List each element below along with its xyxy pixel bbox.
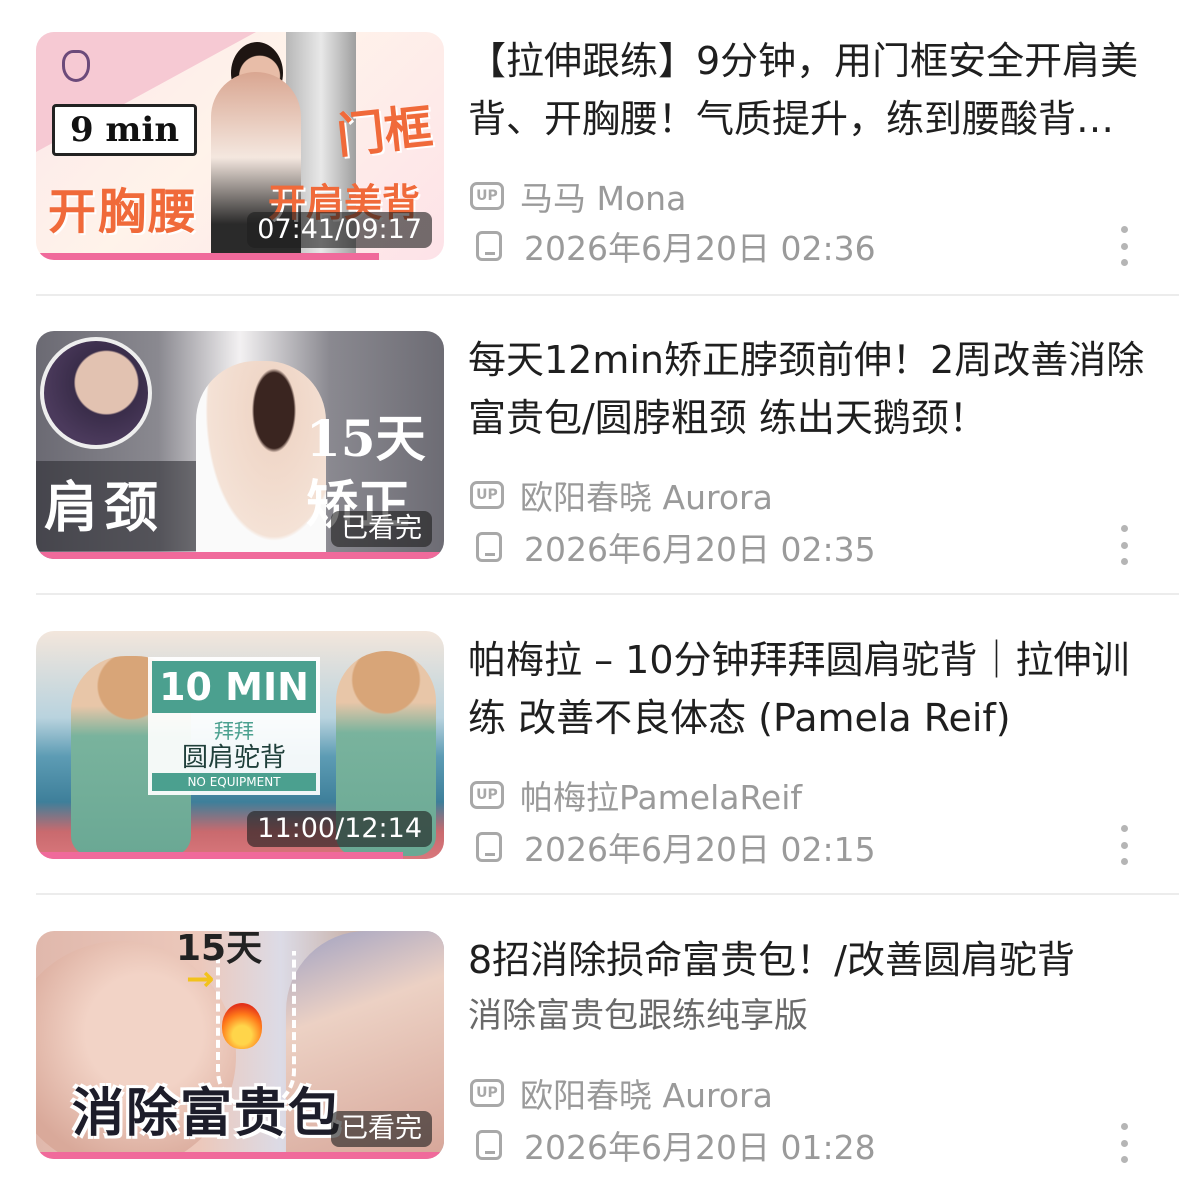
list-item[interactable]: 9 min 开胸腰 门框 开肩美背 07:41/09:17 【拉伸跟练】9分钟，… — [0, 32, 1179, 332]
thumbnail-text: 9 min — [52, 104, 197, 156]
video-thumbnail[interactable]: 9 min 开胸腰 门框 开肩美背 07:41/09:17 — [36, 32, 444, 260]
uploader-name: 马马 Mona — [520, 179, 687, 218]
more-vertical-icon[interactable] — [1119, 525, 1129, 565]
more-vertical-icon[interactable] — [1119, 825, 1129, 865]
video-thumbnail[interactable]: 15天 → 消除富贵包 已看完 — [36, 931, 444, 1159]
watch-date: 2026年6月20日 02:36 — [524, 229, 876, 268]
watched-badge: 已看完 — [331, 1111, 432, 1147]
watch-progress-bar — [36, 1152, 444, 1159]
video-thumbnail[interactable]: 肩颈 15天 矫正 已看完 — [36, 331, 444, 559]
clock-icon — [476, 231, 502, 261]
divider — [36, 893, 1179, 895]
up-icon: UP — [470, 182, 504, 210]
watch-date: 2026年6月20日 02:15 — [524, 830, 876, 869]
thumbnail-text: 开胸腰 — [48, 184, 199, 240]
video-title[interactable]: 每天12min矫正脖颈前伸！2周改善消除富贵包/圆脖粗颈 练出天鹅颈！ — [468, 331, 1148, 447]
uploader-row[interactable]: UP 马马 Mona — [470, 172, 686, 220]
thumbnail-text: 15天 — [306, 409, 426, 468]
video-title[interactable]: 8招消除损命富贵包！/改善圆肩驼背 — [468, 931, 1148, 989]
thumbnail-text: NO EQUIPMENT — [152, 773, 316, 791]
uploader-row[interactable]: UP 欧阳春晓 Aurora — [470, 1069, 773, 1117]
up-icon: UP — [470, 781, 504, 809]
uploader-row[interactable]: UP 欧阳春晓 Aurora — [470, 471, 773, 519]
list-item[interactable]: 10 MIN 拜拜 圆肩驼背 NO EQUIPMENT 11:00/12:14 … — [0, 631, 1179, 931]
watch-date: 2026年6月20日 01:28 — [524, 1128, 876, 1167]
uploader-name: 欧阳春晓 Aurora — [520, 478, 773, 517]
duration-badge: 11:00/12:14 — [247, 811, 432, 847]
uploader-row[interactable]: UP 帕梅拉PamelaReif — [470, 771, 802, 819]
divider — [36, 294, 1179, 296]
thumbnail-inset — [40, 337, 152, 449]
watch-date: 2026年6月20日 02:35 — [524, 530, 876, 569]
clock-icon — [476, 532, 502, 562]
uploader-name: 欧阳春晓 Aurora — [520, 1076, 773, 1115]
video-title[interactable]: 【拉伸跟练】9分钟，用门框安全开肩美背、开胸腰！气质提升，练到腰酸背痛的仙女们一… — [468, 32, 1148, 148]
watch-progress-bar — [36, 852, 404, 859]
arrow-right-icon: → — [186, 959, 215, 999]
video-subtitle: 消除富贵包跟练纯享版 — [468, 996, 808, 1036]
video-title[interactable]: 帕梅拉 – 10分钟拜拜圆肩驼背｜拉伸训练 改善不良体态 (Pamela Rei… — [468, 631, 1148, 747]
history-list: 9 min 开胸腰 门框 开肩美背 07:41/09:17 【拉伸跟练】9分钟，… — [0, 0, 1179, 1179]
thumbnail-text: 10 MIN — [152, 661, 316, 713]
channel-logo-icon — [62, 50, 90, 82]
list-item[interactable]: 15天 → 消除富贵包 已看完 8招消除损命富贵包！/改善圆肩驼背 消除富贵包跟… — [0, 931, 1179, 1179]
clock-icon — [476, 1130, 502, 1160]
thumbnail-text: 圆肩驼背 — [181, 743, 286, 773]
fire-icon — [222, 1003, 262, 1049]
duration-badge: 07:41/09:17 — [247, 212, 432, 248]
divider — [36, 593, 1179, 595]
clock-icon — [476, 832, 502, 862]
up-icon: UP — [470, 481, 504, 509]
thumbnail-text: 肩颈 — [44, 475, 164, 539]
up-icon: UP — [470, 1079, 504, 1107]
more-vertical-icon[interactable] — [1119, 226, 1129, 266]
watch-progress-bar — [36, 552, 444, 559]
video-thumbnail[interactable]: 10 MIN 拜拜 圆肩驼背 NO EQUIPMENT 11:00/12:14 — [36, 631, 444, 859]
list-item[interactable]: 肩颈 15天 矫正 已看完 每天12min矫正脖颈前伸！2周改善消除富贵包/圆脖… — [0, 331, 1179, 631]
uploader-name: 帕梅拉PamelaReif — [520, 778, 803, 817]
date-row: 2026年6月20日 01:28 — [470, 1121, 876, 1169]
date-row: 2026年6月20日 02:15 — [470, 823, 876, 871]
watch-progress-bar — [36, 253, 379, 260]
date-row: 2026年6月20日 02:36 — [470, 222, 876, 270]
thumbnail-text: 消除富贵包 — [72, 1084, 343, 1144]
thumbnail-text: 门框 — [333, 99, 436, 165]
more-vertical-icon[interactable] — [1119, 1123, 1129, 1163]
watched-badge: 已看完 — [331, 511, 432, 547]
date-row: 2026年6月20日 02:35 — [470, 523, 876, 571]
